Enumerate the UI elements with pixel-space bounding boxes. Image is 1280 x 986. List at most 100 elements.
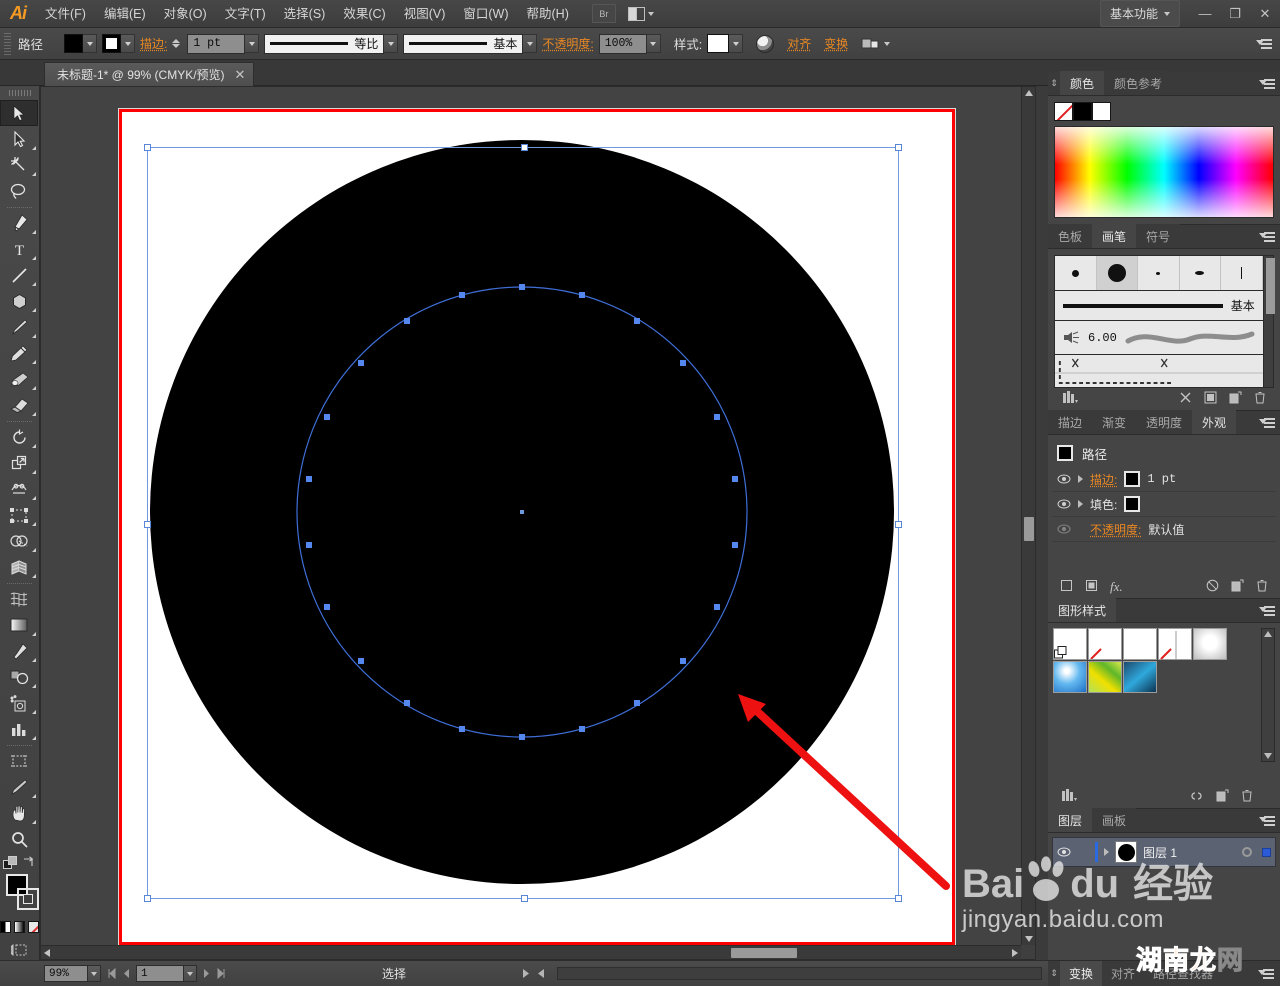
stroke-weight-input[interactable]: 1 pt bbox=[187, 33, 246, 54]
default-fill-stroke-icon[interactable] bbox=[3, 856, 18, 870]
white-color-well[interactable] bbox=[1092, 102, 1111, 121]
tab-artboards[interactable]: 画板 bbox=[1092, 808, 1137, 832]
menu-effect[interactable]: 效果(C) bbox=[334, 0, 394, 28]
control-bar-grip[interactable] bbox=[4, 32, 11, 55]
brushes-scroll-thumb[interactable] bbox=[1265, 258, 1275, 314]
brush-size-row[interactable]: 6.00 bbox=[1054, 320, 1264, 354]
expand-triangle-icon[interactable] bbox=[1078, 475, 1083, 483]
brushes-scrollbar[interactable] bbox=[1263, 255, 1275, 388]
scroll-right-arrow[interactable] bbox=[1009, 946, 1021, 960]
eye-icon[interactable] bbox=[1057, 473, 1071, 485]
clear-appearance-icon[interactable] bbox=[1206, 579, 1219, 595]
collapse-icon[interactable]: ⇕ bbox=[1048, 962, 1060, 986]
delete-brush-icon[interactable] bbox=[1254, 391, 1266, 407]
style-swatch[interactable] bbox=[1053, 661, 1087, 693]
tab-pathfinder[interactable]: 路径查找器 bbox=[1144, 961, 1222, 986]
brush-preset-line[interactable] bbox=[1221, 256, 1263, 290]
blob-brush-tool[interactable] bbox=[0, 366, 38, 392]
stroke-swatch-tool[interactable] bbox=[17, 888, 39, 910]
artboard-tool[interactable] bbox=[0, 748, 38, 774]
vertical-scrollbar[interactable] bbox=[1021, 87, 1035, 945]
line-segment-tool[interactable] bbox=[0, 262, 38, 288]
selection-tool[interactable] bbox=[0, 100, 38, 126]
symbol-sprayer-tool[interactable] bbox=[0, 690, 38, 716]
appearance-object-row[interactable]: 路径 bbox=[1052, 439, 1276, 467]
opacity-control[interactable]: 100% bbox=[598, 33, 661, 54]
delete-graphic-style-icon[interactable] bbox=[1241, 789, 1253, 805]
status-scroll-track[interactable] bbox=[557, 967, 1042, 980]
rotate-tool[interactable] bbox=[0, 424, 38, 450]
eye-icon[interactable] bbox=[1057, 523, 1071, 535]
zoom-tool[interactable] bbox=[0, 826, 38, 852]
tab-color[interactable]: 颜色 bbox=[1060, 71, 1105, 95]
expand-triangle-icon[interactable] bbox=[1078, 500, 1083, 508]
tab-color-guide[interactable]: 颜色参考 bbox=[1104, 71, 1173, 95]
tab-symbols[interactable]: 符号 bbox=[1136, 224, 1181, 248]
close-icon[interactable]: ✕ bbox=[235, 67, 246, 83]
tab-transparency[interactable]: 透明度 bbox=[1136, 410, 1193, 434]
swap-fill-stroke-icon[interactable] bbox=[22, 856, 36, 870]
horizontal-scrollbar[interactable] bbox=[41, 945, 1021, 959]
appearance-opacity-value[interactable]: 默认值 bbox=[1148, 521, 1184, 538]
fill-stroke-indicator[interactable] bbox=[0, 872, 40, 918]
handle-top-center[interactable] bbox=[521, 144, 528, 151]
direct-selection-tool[interactable] bbox=[0, 126, 38, 152]
appearance-stroke-label[interactable]: 描边: bbox=[1090, 471, 1117, 488]
gradient-button[interactable] bbox=[14, 921, 25, 933]
opacity-label[interactable]: 不透明度: bbox=[542, 35, 593, 52]
handle-middle-right[interactable] bbox=[895, 521, 902, 528]
layer-selection-indicator[interactable] bbox=[1262, 847, 1271, 857]
expand-triangle-icon[interactable] bbox=[1104, 848, 1109, 856]
page-number-input[interactable]: 1 bbox=[136, 965, 184, 982]
appearance-fill-swatch[interactable] bbox=[1124, 496, 1141, 512]
drawing-mode-button[interactable] bbox=[0, 943, 39, 958]
status-menu-arrow[interactable] bbox=[521, 968, 531, 979]
transform-button[interactable]: 变换 bbox=[824, 35, 848, 52]
style-libraries-icon[interactable] bbox=[1061, 789, 1078, 805]
graphic-styles-panel-menu-icon[interactable] bbox=[1259, 604, 1275, 618]
column-graph-tool[interactable] bbox=[0, 716, 38, 742]
menu-window[interactable]: 窗口(W) bbox=[454, 0, 517, 28]
stroke-weight-stepper[interactable] bbox=[172, 39, 181, 48]
bottom-dock-menu-icon[interactable] bbox=[1258, 967, 1274, 981]
appearance-stroke-row[interactable]: 描边: 1 pt bbox=[1052, 467, 1276, 492]
lasso-tool[interactable] bbox=[0, 178, 38, 204]
status-text[interactable]: 选择 bbox=[382, 965, 406, 982]
collapse-icon[interactable]: ⇕ bbox=[1048, 71, 1060, 95]
color-panel-menu-icon[interactable] bbox=[1259, 77, 1275, 91]
scroll-up-arrow[interactable] bbox=[1022, 87, 1036, 99]
color-spectrum-ramp[interactable] bbox=[1054, 126, 1274, 218]
tab-swatches[interactable]: 色板 bbox=[1048, 224, 1093, 248]
handle-top-right[interactable] bbox=[895, 144, 902, 151]
page-control[interactable]: 1 bbox=[136, 965, 197, 982]
mesh-tool[interactable] bbox=[0, 586, 38, 612]
menu-object[interactable]: 对象(O) bbox=[155, 0, 216, 28]
workspace-switcher[interactable]: 基本功能 bbox=[1099, 0, 1180, 27]
hand-tool[interactable] bbox=[0, 800, 38, 826]
perspective-grid-tool[interactable] bbox=[0, 554, 38, 580]
brush-definition-control[interactable]: 基本 bbox=[403, 33, 538, 54]
vertical-scroll-thumb[interactable] bbox=[1024, 517, 1034, 541]
handle-bottom-center[interactable] bbox=[521, 895, 528, 902]
bridge-icon[interactable]: Br bbox=[591, 4, 616, 23]
brush-options-icon[interactable] bbox=[1204, 391, 1217, 407]
layer-name[interactable]: 图层 1 bbox=[1143, 844, 1177, 861]
delete-item-icon[interactable] bbox=[1256, 579, 1268, 595]
stroke-profile-box[interactable]: 等比 bbox=[264, 33, 385, 54]
scroll-down-arrow[interactable] bbox=[1022, 933, 1036, 945]
style-swatch[interactable] bbox=[1193, 628, 1227, 660]
restore-button[interactable]: ❐ bbox=[1220, 3, 1250, 25]
horizontal-scroll-thumb[interactable] bbox=[731, 948, 797, 958]
graphic-style-swatch[interactable] bbox=[707, 34, 730, 53]
first-page-icon[interactable] bbox=[106, 968, 117, 979]
paintbrush-tool[interactable] bbox=[0, 314, 38, 340]
brush-preset-small-dot[interactable] bbox=[1055, 256, 1097, 290]
stroke-color-control[interactable] bbox=[102, 34, 136, 53]
lock-column[interactable] bbox=[1077, 844, 1089, 860]
graphic-styles-scrollbar[interactable] bbox=[1261, 628, 1275, 762]
new-graphic-style-icon[interactable] bbox=[1216, 789, 1229, 805]
handle-bottom-right[interactable] bbox=[895, 895, 902, 902]
stroke-profile-dropdown[interactable] bbox=[384, 34, 399, 53]
tab-transform[interactable]: 变换 bbox=[1060, 960, 1103, 986]
eyedropper-tool[interactable] bbox=[0, 638, 38, 664]
